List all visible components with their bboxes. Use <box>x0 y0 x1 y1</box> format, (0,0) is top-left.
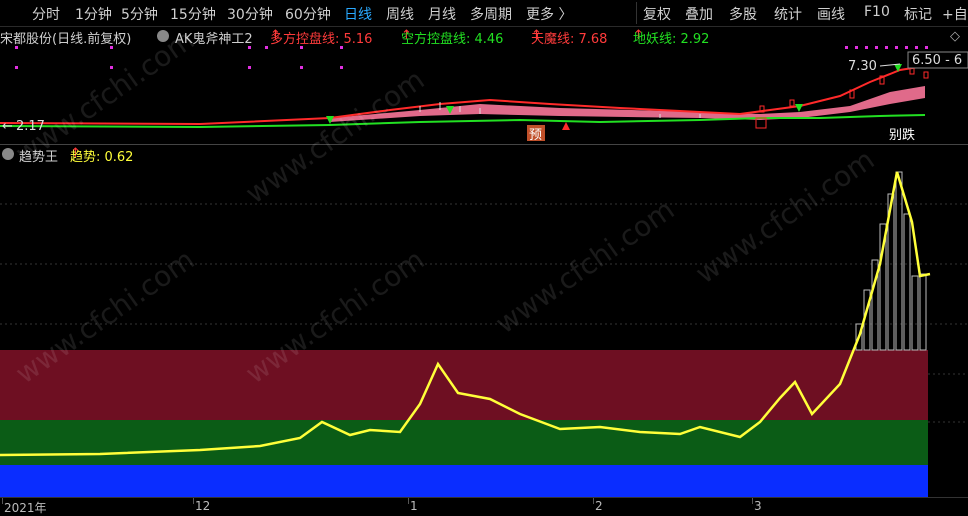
draw-button[interactable]: 画线 <box>817 4 845 24</box>
multi-stock-button[interactable]: 多股 <box>729 4 757 24</box>
period-multi[interactable]: 多周期 <box>470 4 512 24</box>
period-1min[interactable]: 1分钟 <box>75 4 112 24</box>
panel-divider <box>0 144 968 145</box>
x-label-feb: 2 <box>595 499 603 513</box>
add-custom-button[interactable]: +自 <box>942 4 968 24</box>
x-label-jan: 1 <box>410 499 418 513</box>
trend-chart[interactable] <box>0 164 968 497</box>
zone-maroon <box>0 350 928 420</box>
period-30min[interactable]: 30分钟 <box>227 4 273 24</box>
fuquan-button[interactable]: 复权 <box>643 4 671 24</box>
x-tick <box>193 498 194 504</box>
x-tick <box>408 498 409 504</box>
x-label-dec: 12 <box>195 499 211 513</box>
x-label-year: 2021年 <box>4 501 47 515</box>
x-tick <box>752 498 753 504</box>
price-range-label: 6.50 - 6 <box>912 53 962 68</box>
trend-value: 趋势: 0.62 ↑ <box>70 146 134 165</box>
x-axis: 2021年 12 1 2 3 <box>0 497 968 516</box>
period-toolbar: 分时 1分钟 5分钟 15分钟 30分钟 60分钟 日线 周线 月线 多周期 更… <box>0 0 968 27</box>
stats-button[interactable]: 统计 <box>774 4 802 24</box>
x-tick <box>593 498 594 504</box>
zone-blue <box>0 465 928 497</box>
period-weekly[interactable]: 周线 <box>386 4 414 24</box>
low-price-arrow-icon: ← <box>2 119 13 134</box>
mark-button[interactable]: 标记 <box>904 4 932 24</box>
x-label-mar: 3 <box>754 499 762 513</box>
f10-button[interactable]: F10 <box>864 4 890 20</box>
period-more[interactable]: 更多 〉 <box>526 4 572 24</box>
marker-dadie: 别跌 <box>889 127 915 143</box>
marker-yu: 预 <box>529 128 542 143</box>
zone-green <box>0 420 928 465</box>
period-monthly[interactable]: 月线 <box>428 4 456 24</box>
period-15min[interactable]: 15分钟 <box>170 4 216 24</box>
red-candles <box>759 65 929 113</box>
toolbar-divider <box>636 2 637 24</box>
period-60min[interactable]: 60分钟 <box>285 4 331 24</box>
period-fenshi[interactable]: 分时 <box>32 4 60 24</box>
high-price-label: 7.30 <box>848 59 877 74</box>
overlay-button[interactable]: 叠加 <box>685 4 713 24</box>
red-up-arrow-icon <box>562 122 570 130</box>
x-tick <box>2 498 3 504</box>
diamond-icon[interactable]: ◇ <box>950 29 960 44</box>
period-daily[interactable]: 日线 <box>344 4 372 24</box>
period-5min[interactable]: 5分钟 <box>121 4 158 24</box>
